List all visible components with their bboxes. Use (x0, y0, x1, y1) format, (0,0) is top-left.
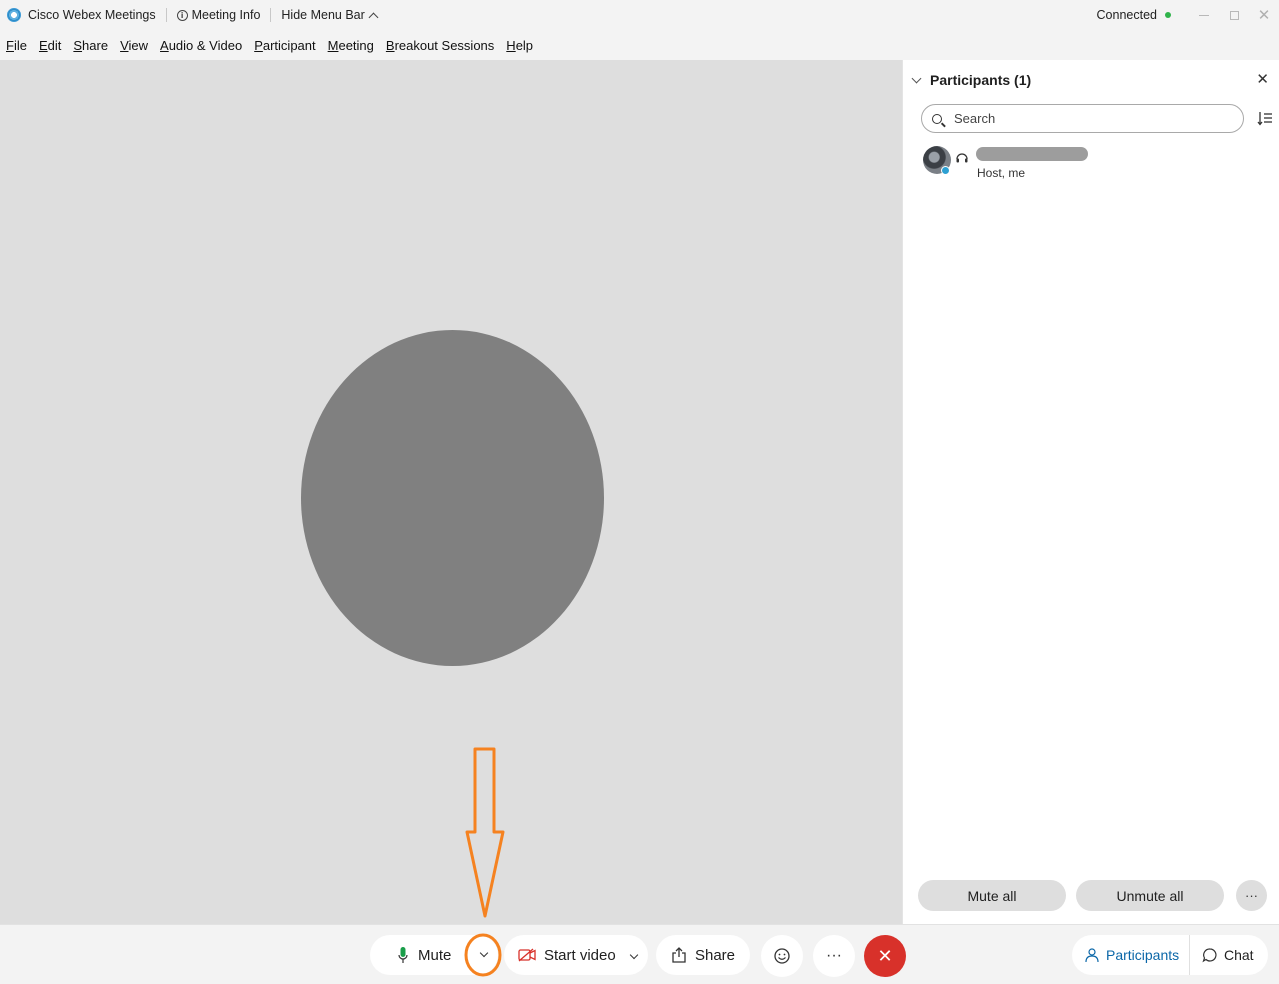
leave-meeting-button[interactable]: ✕ (864, 935, 906, 977)
minimize-icon (1199, 14, 1209, 16)
start-video-label: Start video (544, 946, 616, 964)
microphone-icon (398, 947, 408, 963)
title-separator (270, 8, 272, 22)
chevron-up-icon (368, 12, 379, 22)
webex-logo-icon (7, 8, 21, 22)
chevron-down-icon (911, 73, 922, 83)
more-options-button[interactable]: ··· (813, 935, 855, 977)
info-icon: i (176, 9, 188, 21)
hide-menu-bar-button[interactable]: Hide Menu Bar (281, 8, 379, 22)
panel-more-button[interactable]: ··· (1236, 880, 1267, 911)
maximize-icon (1229, 10, 1239, 20)
search-icon (932, 113, 942, 124)
close-icon: ✕ (1257, 7, 1271, 24)
smiley-icon (774, 948, 790, 964)
close-icon: ✕ (877, 945, 893, 966)
reactions-button[interactable] (761, 935, 803, 977)
start-video-button[interactable]: Start video (504, 935, 648, 975)
menu-view[interactable]: View (120, 38, 148, 53)
menu-file[interactable]: File (6, 38, 27, 53)
unmute-all-button[interactable]: Unmute all (1076, 880, 1224, 911)
title-separator (165, 8, 167, 22)
search-input[interactable] (952, 110, 1222, 127)
menu-participant[interactable]: Participant (254, 38, 315, 53)
title-bar: Cisco Webex Meetings i Meeting Info Hide… (0, 0, 1279, 30)
menu-meeting[interactable]: Meeting (328, 38, 374, 53)
mute-label: Mute (418, 946, 452, 964)
menu-breakout-sessions[interactable]: Breakout Sessions (386, 38, 494, 53)
participant-role: Host, me (977, 166, 1026, 180)
participant-row[interactable]: Host, me (921, 144, 1261, 184)
close-panel-button[interactable]: ✕ (1256, 70, 1269, 88)
connection-status: Connected (1096, 8, 1157, 22)
app-title: Cisco Webex Meetings (28, 8, 156, 22)
window-controls: Connected ✕ (1097, 0, 1279, 30)
maximize-button[interactable] (1219, 0, 1249, 30)
person-icon (1085, 948, 1099, 963)
device-badge-icon (941, 166, 950, 175)
menu-bar: File Edit Share View Audio & Video Parti… (0, 30, 1279, 60)
chat-bubble-icon (1202, 948, 1217, 963)
video-options-dropdown[interactable] (628, 949, 640, 961)
tab-chat[interactable]: Chat (1190, 947, 1254, 963)
more-options-icon: ··· (1245, 888, 1258, 903)
video-stage (0, 60, 902, 924)
share-label: Share (694, 946, 736, 964)
participants-panel-title: Participants (1) (930, 72, 1032, 88)
chevron-down-icon (629, 950, 639, 960)
participants-panel-header[interactable]: Participants (1) (911, 70, 1032, 90)
meeting-info-button[interactable]: i Meeting Info (176, 8, 261, 22)
connected-dot-icon (1165, 12, 1171, 18)
hide-menu-bar-label: Hide Menu Bar (281, 8, 365, 22)
menu-edit[interactable]: Edit (39, 38, 61, 53)
audio-options-dropdown[interactable] (473, 933, 495, 973)
menu-help[interactable]: Help (506, 38, 533, 53)
video-off-icon (518, 948, 536, 962)
tab-participants[interactable]: Participants (1072, 935, 1190, 975)
more-options-icon: ··· (826, 947, 842, 964)
mute-all-button[interactable]: Mute all (918, 880, 1066, 911)
chevron-down-icon (479, 948, 489, 958)
share-icon (672, 947, 686, 963)
sort-icon[interactable] (1257, 110, 1273, 126)
meeting-controls-bar: Mute Start video Share ··· ✕ Participant… (0, 924, 1279, 984)
close-window-button[interactable]: ✕ (1249, 0, 1279, 30)
menu-audio-video[interactable]: Audio & Video (160, 38, 242, 53)
participant-avatar-large (301, 330, 604, 666)
meeting-info-label: Meeting Info (191, 8, 261, 22)
share-button[interactable]: Share (656, 935, 750, 975)
tab-chat-label: Chat (1224, 947, 1254, 963)
participant-search[interactable] (921, 104, 1244, 133)
participants-panel: Participants (1) ✕ Host, me Mute all Unm… (902, 60, 1279, 924)
panel-tabs: Participants Chat (1072, 935, 1268, 975)
participant-name-redacted (976, 147, 1088, 161)
tab-participants-label: Participants (1106, 947, 1180, 963)
headset-icon (956, 153, 968, 163)
minimize-button[interactable] (1189, 0, 1219, 30)
menu-share[interactable]: Share (73, 38, 108, 53)
